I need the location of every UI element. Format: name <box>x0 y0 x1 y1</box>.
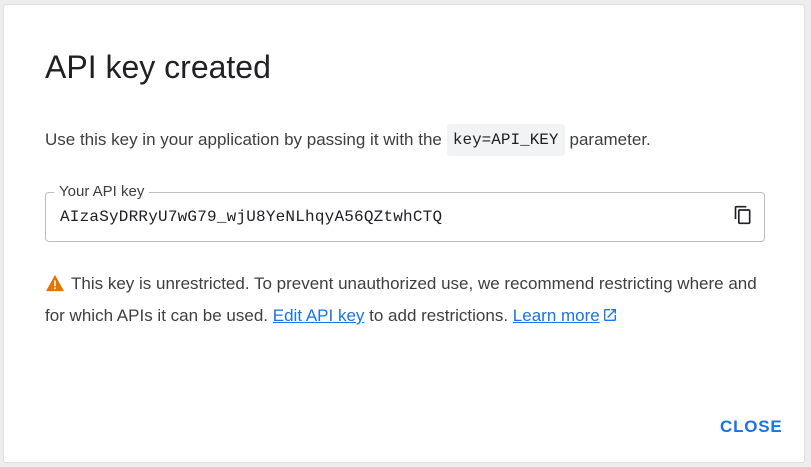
api-key-label: Your API key <box>54 182 150 202</box>
copy-button[interactable] <box>730 204 756 230</box>
instruction-after: parameter. <box>569 130 651 149</box>
api-key-value[interactable]: AIzaSyDRRyU7wG79_wjU8YeNLhqyA56QZtwhCTQ <box>60 207 442 227</box>
learn-more-label[interactable]: Learn more <box>513 306 600 325</box>
close-button[interactable]: CLOSE <box>716 413 787 441</box>
api-key-dialog: API key created Use this key in your app… <box>3 4 805 463</box>
edit-api-key-link[interactable]: Edit API key <box>273 306 365 325</box>
content-copy-icon[interactable] <box>733 205 753 230</box>
instruction-before: Use this key in your application by pass… <box>45 130 442 149</box>
learn-more-link[interactable]: Learn more <box>513 306 600 325</box>
dialog-title: API key created <box>45 49 271 85</box>
warning-text-middle: to add restrictions. <box>369 306 509 325</box>
open-in-new-icon[interactable] <box>602 303 618 332</box>
warning-icon <box>45 272 65 301</box>
instruction-text: Use this key in your application by pass… <box>45 124 651 156</box>
unrestricted-warning: This key is unrestricted. To prevent una… <box>45 269 775 332</box>
api-key-field[interactable]: Your API key AIzaSyDRRyU7wG79_wjU8YeNLhq… <box>45 182 765 242</box>
parameter-code: key=API_KEY <box>446 124 565 156</box>
